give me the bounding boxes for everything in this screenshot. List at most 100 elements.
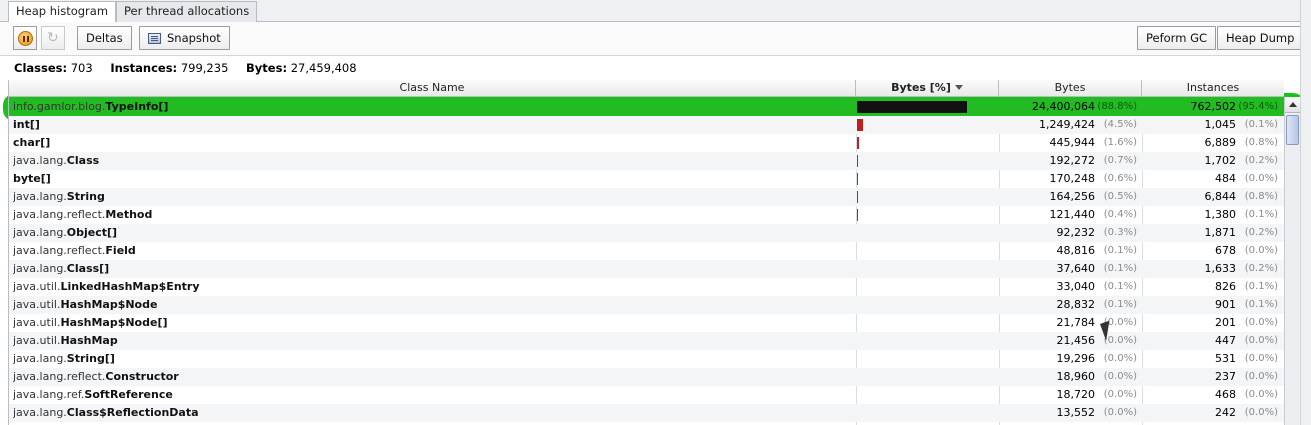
bytes-percent-bar-track [857, 317, 981, 329]
bytes-percent-bar-track [857, 101, 981, 113]
package-name: java.lang.reflect. [13, 370, 106, 383]
class-name-cell: java.util.LinkedHashMap$Entry [13, 278, 853, 296]
table-row[interactable]: java.lang.String[] 19,296 (0.0%) 531 (0.0%) [9, 350, 1284, 368]
table-row[interactable]: info.gamlor.blog.TypeInfo[] 24,400,064 (88… [9, 98, 1284, 116]
class-name: Class[] [66, 262, 110, 275]
class-name: Method [105, 208, 153, 221]
instances-percent: (0.0%) [1244, 407, 1278, 418]
instances-percent: (0.2%) [1244, 227, 1278, 238]
column-bytes-percent[interactable]: Bytes [%] [856, 80, 999, 97]
table-row[interactable]: java.lang.Class[] 37,640 (0.1%) 1,633 (0.2%) [9, 260, 1284, 278]
package-name: java.lang.reflect. [13, 208, 106, 221]
table-row[interactable]: java.util.HashMap$Node 28,832 (0.1%) 901 (0.… [9, 296, 1284, 314]
bytes-percent-bar-track [857, 299, 981, 311]
class-name-cell: java.lang.ref.SoftReference [13, 386, 853, 404]
table-row[interactable]: java.lang.Class 192,272 (0.7%) 1,702 (0.2%) [9, 152, 1284, 170]
bytes-value: 18,960 [1056, 370, 1096, 383]
table-row[interactable]: java.lang.reflect.Field 48,816 (0.1%) 678 (0… [9, 242, 1284, 260]
snapshot-button[interactable]: Snapshot [139, 26, 230, 50]
window-edge [1300, 0, 1311, 425]
bytes-percent: (1.6%) [1103, 137, 1137, 148]
classes-label: Classes: [14, 61, 68, 75]
bytes-percent: (0.0%) [1103, 371, 1137, 382]
bytes-value: 19,296 [1056, 352, 1096, 365]
instances-percent: (0.8%) [1244, 191, 1278, 202]
instances-percent: (0.1%) [1244, 281, 1278, 292]
bytes-value: 192,272 [1049, 154, 1096, 167]
instances-percent: (0.0%) [1244, 389, 1278, 400]
instances-value: 201 [1215, 316, 1236, 329]
package-name: java.lang. [13, 352, 67, 365]
table-row[interactable]: java.lang.ref.SoftReference 18,720 (0.0%) 4… [9, 386, 1284, 404]
refresh-button[interactable]: ↻ [41, 26, 65, 50]
instances-value: 1,045 [1204, 118, 1237, 131]
class-name-cell: java.lang.reflect.Constructor [13, 368, 853, 386]
sort-desc-icon [954, 85, 963, 90]
instances-percent: (0.0%) [1244, 335, 1278, 346]
column-bytes[interactable]: Bytes [999, 80, 1142, 97]
bytes-percent-bar-track [857, 263, 981, 275]
bytes-percent-bar-track [857, 173, 981, 185]
deltas-button[interactable]: Deltas [77, 26, 132, 50]
bytes-percent-bar [857, 209, 858, 221]
class-name-cell: java.util.HashMap [13, 332, 853, 350]
bytes-percent-bar [857, 101, 967, 113]
bytes-percent-bar-track [857, 191, 981, 203]
package-name: java.util. [13, 298, 61, 311]
instances-value: 901 [1215, 298, 1236, 311]
vertical-scrollbar[interactable] [1284, 97, 1301, 425]
instances-value: 678 [1215, 244, 1236, 257]
perform-gc-button[interactable]: Peform GC [1137, 26, 1217, 50]
instances-percent: (0.2%) [1244, 155, 1278, 166]
toolbar: ↻ Deltas Snapshot Peform GC Heap Dump [0, 22, 1311, 56]
bytes-percent-bar [857, 155, 858, 167]
column-class-name[interactable]: Class Name [9, 80, 856, 97]
bytes-value: 21,456 [1056, 334, 1096, 347]
bytes-percent-bar-track [857, 209, 981, 221]
table-row[interactable]: java.lang.Object[] 92,232 (0.3%) 1,871 (0.2%… [9, 224, 1284, 242]
package-name: java.lang.reflect. [13, 244, 106, 257]
instances-percent: (0.0%) [1244, 245, 1278, 256]
bytes-percent-bar-track [857, 353, 981, 365]
table-row[interactable]: int[] 1,249,424 (4.5%) 1,045 (0.1%) [9, 116, 1284, 134]
table-row[interactable]: java.lang.reflect.Method 121,440 (0.4%) 1,3… [9, 206, 1284, 224]
column-instances[interactable]: Instances [1142, 80, 1284, 97]
bytes-percent: (4.5%) [1103, 119, 1137, 130]
package-name: java.util. [13, 280, 61, 293]
tab-per-thread-allocations[interactable]: Per thread allocations [116, 1, 258, 22]
heap-dump-button[interactable]: Heap Dump [1217, 26, 1304, 50]
instances-percent: (0.2%) [1244, 263, 1278, 274]
bytes-value: 92,232 [1056, 226, 1096, 239]
bytes-percent: (0.1%) [1103, 281, 1137, 292]
bytes-value: 164,256 [1049, 190, 1096, 203]
instances-value: 799,235 [180, 61, 229, 75]
table-row[interactable]: java.lang.String 164,256 (0.5%) 6,844 (0.8%) [9, 188, 1284, 206]
class-name-cell: info.gamlor.blog.TypeInfo[] [13, 98, 853, 116]
instances-value: 1,871 [1204, 226, 1237, 239]
instances-percent: (95.4%) [1238, 101, 1278, 112]
instances-percent: (0.1%) [1244, 119, 1278, 130]
snapshot-icon [148, 33, 161, 44]
bytes-percent-bar-track [857, 335, 981, 347]
bytes-percent: (0.0%) [1103, 353, 1137, 364]
class-name: HashMap [60, 334, 118, 347]
pause-button[interactable] [13, 26, 37, 50]
scroll-up-icon[interactable] [1285, 97, 1301, 113]
table-row[interactable]: java.util.HashMap$Node[] 21,784 (0.0%) 201(… [9, 314, 1284, 332]
table-row[interactable]: java.lang.reflect.Constructor 18,960 (0.0%… [9, 368, 1284, 386]
bytes-percent: (0.5%) [1103, 191, 1137, 202]
table-row[interactable]: java.util.LinkedHashMap$Entry 33,040 (0.1%… [9, 278, 1284, 296]
class-name-cell: java.util.HashMap$Node[] [13, 314, 853, 332]
instances-percent: (0.0%) [1244, 371, 1278, 382]
table-row[interactable]: char[] 445,944 (1.6%) 6,889 (0.8%) [9, 134, 1284, 152]
table-row[interactable]: java.lang.Class$ReflectionData 13,552 (0.0… [9, 404, 1284, 422]
scrollbar-thumb[interactable] [1286, 115, 1299, 145]
class-name-cell: java.lang.String [13, 188, 853, 206]
package-name: java.util. [13, 316, 61, 329]
class-name: SoftReference [84, 388, 173, 401]
bytes-percent: (0.3%) [1103, 227, 1137, 238]
table-row[interactable]: java.util.HashMap 21,456 (0.0%) 447 (0.0%) [9, 332, 1284, 350]
tab-heap-histogram[interactable]: Heap histogram [8, 1, 117, 23]
pause-icon [18, 31, 33, 46]
table-row[interactable]: byte[] 170,248 (0.6%) 484 (0.0%) [9, 170, 1284, 188]
